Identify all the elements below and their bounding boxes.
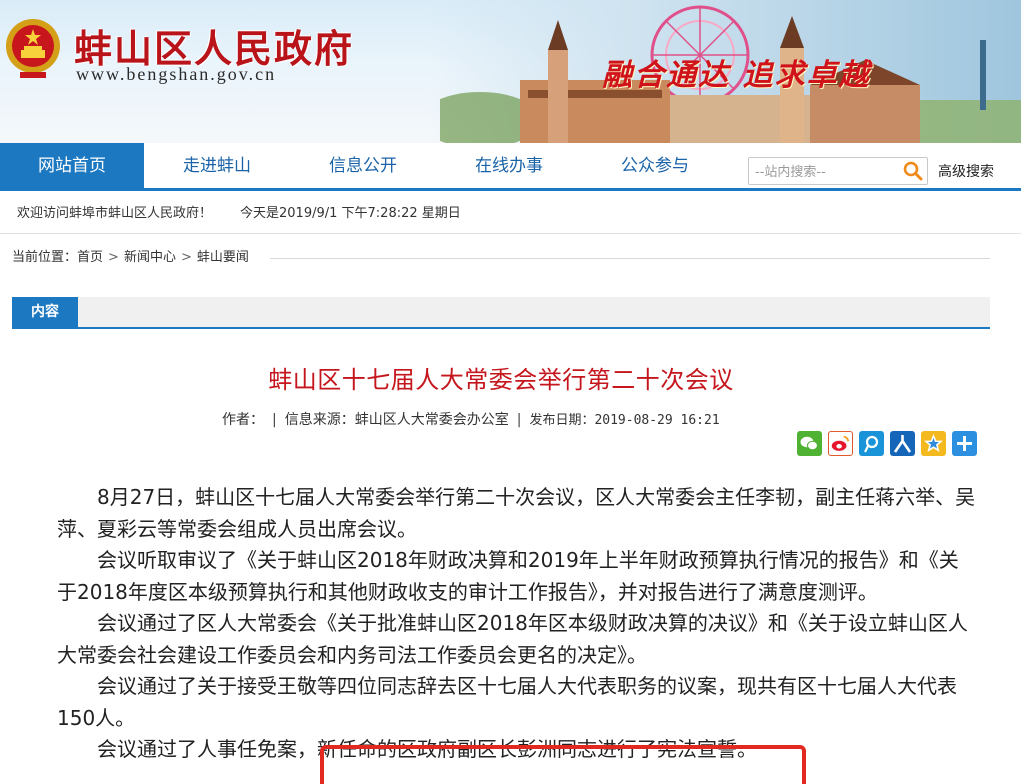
welcome-strip: 欢迎访问蚌埠市蚌山区人民政府！ 今天是2019/9/1 下午7:28:22 星期… bbox=[0, 194, 1021, 234]
banner-slogan: 融合通达 追求卓越 bbox=[602, 58, 871, 93]
search-icon[interactable] bbox=[901, 160, 925, 182]
article-paragraph: 会议通过了区人大常委会《关于批准蚌山区2018年区本级财政决算的决议》和《关于设… bbox=[57, 611, 968, 667]
welcome-greeting: 欢迎访问蚌埠市蚌山区人民政府！ bbox=[17, 206, 213, 221]
breadcrumb-news-center[interactable]: 新闻中心 bbox=[124, 250, 176, 265]
tencent-weibo-icon[interactable] bbox=[859, 431, 884, 456]
site-url: www.bengshan.gov.cn bbox=[76, 64, 277, 84]
article-source: 信息来源：蚌山区人大常委会办公室 bbox=[284, 412, 509, 428]
current-datetime: 今天是2019/9/1 下午7:28:22 星期日 bbox=[240, 206, 461, 221]
advanced-search-link[interactable]: 高级搜索 bbox=[938, 161, 994, 181]
content-header-bar: 内容 bbox=[12, 297, 990, 329]
breadcrumb-separator: > bbox=[108, 250, 119, 265]
breadcrumb-bengshan-news[interactable]: 蚌山要闻 bbox=[197, 250, 249, 265]
more-share-icon[interactable] bbox=[952, 431, 977, 456]
breadcrumb-divider bbox=[270, 258, 990, 259]
renren-icon[interactable] bbox=[890, 431, 915, 456]
nav-item-home[interactable]: 网站首页 bbox=[0, 143, 144, 191]
search-input[interactable] bbox=[755, 162, 895, 182]
nav-item-info-disclosure[interactable]: 信息公开 bbox=[290, 143, 436, 191]
article-meta: 作者： | 信息来源：蚌山区人大常委会办公室 | 发布日期：2019-08-29 16:… bbox=[222, 412, 720, 428]
article-author: 作者： bbox=[222, 412, 264, 428]
nav-item-online-services[interactable]: 在线办事 bbox=[436, 143, 582, 191]
article-title: 蚌山区十七届人大常委会举行第二十次会议 bbox=[268, 366, 734, 394]
breadcrumb-separator: > bbox=[180, 250, 192, 265]
nav-item-public-participation[interactable]: 公众参与 bbox=[582, 143, 728, 191]
breadcrumb-prefix: 当前位置： bbox=[12, 250, 78, 265]
weibo-icon[interactable] bbox=[828, 431, 853, 456]
content-tab: 内容 bbox=[12, 297, 78, 327]
header-banner: 蚌山区人民政府 www.bengshan.gov.cn 融合通达 追求卓越 bbox=[0, 0, 1021, 143]
qzone-icon[interactable] bbox=[921, 431, 946, 456]
national-emblem-icon bbox=[6, 19, 60, 78]
article-paragraph: 会议通过了关于接受王敬等四位同志辞去区十七届人大代表职务的议案，现共有区十七届人… bbox=[57, 674, 957, 730]
wechat-icon[interactable] bbox=[797, 431, 822, 456]
nav-item-about[interactable]: 走进蚌山 bbox=[144, 143, 290, 191]
breadcrumb-home[interactable]: 首页 bbox=[77, 250, 103, 265]
article-date: 发布日期：2019-08-29 16:21 bbox=[529, 413, 720, 428]
article-paragraph: 会议听取审议了《关于蚌山区2018年财政决算和2019年上半年财政预算执行情况的… bbox=[57, 548, 959, 604]
article-paragraph: 会议通过了人事任免案，新任命的区政府副区长彭洲同志进行了宪法宣誓。 bbox=[97, 737, 757, 761]
article-paragraph: 8月27日，蚌山区十七届人大常委会举行第二十次会议，区人大常委会主任李韧，副主任… bbox=[57, 485, 976, 541]
search-box bbox=[748, 157, 928, 185]
article-body: 8月27日，蚌山区十七届人大常委会举行第二十次会议，区人大常委会主任李韧，副主任… bbox=[57, 482, 977, 766]
